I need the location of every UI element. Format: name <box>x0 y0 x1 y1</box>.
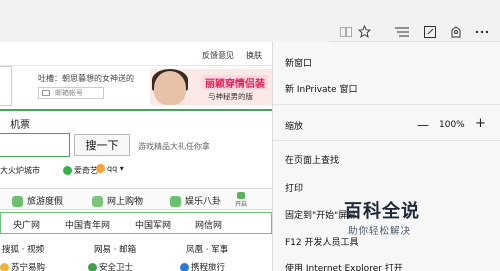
hub-icon[interactable] <box>390 21 414 42</box>
ctrip-icon <box>180 263 189 271</box>
skin-link[interactable]: 换肤 <box>246 50 262 61</box>
travel-icon <box>12 196 23 207</box>
hot-link-label: qq <box>107 164 118 173</box>
zoom-out-button[interactable]: — <box>417 118 429 132</box>
search-divider <box>0 109 272 111</box>
ad-banner[interactable]: 丽颖穿情侣装 与神秘男的版 <box>150 69 272 105</box>
address-bar[interactable] <box>0 21 330 42</box>
category-nav: 旅游度假 网上购物 娱乐八卦 开启 <box>0 188 272 210</box>
link-item[interactable]: 安全卫士 <box>88 261 133 271</box>
mail-icon <box>42 90 50 96</box>
hot-link-qq[interactable]: qq ▾ <box>96 164 124 173</box>
menu-item-new-window[interactable]: 新窗口 <box>285 56 312 69</box>
browser-window: 反馈意见 换肤 吐槽：朝思暮想的女神送的 邮箱帐号 丽颖穿情侣装 与神秘男的版 … <box>0 0 500 271</box>
nav-travel[interactable]: 旅游度假 <box>12 194 63 207</box>
share-icon[interactable] <box>444 21 468 42</box>
search-input[interactable] <box>0 133 70 157</box>
nav-label: 网上购物 <box>107 197 144 207</box>
hot-link-label: 爱奇艺 <box>74 166 98 175</box>
ad-subtitle: 与神秘男的版 <box>208 92 253 101</box>
page-top-bar: 反馈意见 换肤 <box>0 42 272 66</box>
site-link[interactable]: 中国青年网 <box>65 218 110 231</box>
nav-label: 娱乐八卦 <box>185 197 222 207</box>
iqiyi-icon <box>63 166 72 175</box>
account-placeholder: 邮箱帐号 <box>55 89 83 97</box>
nav-label: 旅游度假 <box>27 197 64 207</box>
link-label: 携程旅行 <box>191 263 226 271</box>
link-item[interactable]: 携程旅行 <box>180 261 225 271</box>
site-link[interactable]: 中国军网 <box>135 218 171 231</box>
link-item[interactable]: 凤凰 · 军事 <box>186 243 228 255</box>
menu-divider <box>273 104 500 105</box>
watermark-title: 百科全说 <box>344 201 420 222</box>
menu-item-print[interactable]: 打印 <box>285 181 303 194</box>
favorite-star-icon[interactable] <box>352 21 376 42</box>
switch-toggle[interactable]: 开启 <box>234 192 248 208</box>
qq-icon <box>96 164 105 173</box>
search-tip[interactable]: 游戏精品大礼任你拿 <box>138 141 210 152</box>
ad-title: 丽颖穿情侣装 <box>202 75 268 90</box>
link-item[interactable]: 网易 · 邮箱 <box>94 243 136 255</box>
account-field[interactable]: 邮箱帐号 <box>38 87 104 99</box>
zoom-in-button[interactable]: + <box>475 116 486 131</box>
link-label: 安全卫士 <box>99 263 134 271</box>
feedback-link[interactable]: 反馈意见 <box>202 50 234 61</box>
menu-divider <box>273 140 500 141</box>
site-links: 央广网 中国青年网 中国军网 网信网 <box>0 212 272 234</box>
watermark: 百科全说 助你轻松解决 <box>336 197 464 241</box>
site-link[interactable]: 央广网 <box>13 218 40 231</box>
hot-link-iqiyi[interactable]: 爱奇艺 <box>63 165 98 176</box>
hot-link-label: 大火炉城市 <box>0 166 40 175</box>
web-page: 反馈意见 换肤 吐槽：朝思暮想的女神送的 邮箱帐号 丽颖穿情侣装 与神秘男的版 … <box>0 42 272 271</box>
watermark-subtitle: 助你轻松解决 <box>348 226 412 237</box>
menu-item-find[interactable]: 在页面上查找 <box>285 153 339 166</box>
zoom-level: 100% <box>439 120 465 130</box>
link-item[interactable]: 苏宁易购 <box>0 261 45 271</box>
search-button[interactable]: 搜一下 <box>74 134 130 156</box>
site-link[interactable]: 网信网 <box>195 218 222 231</box>
nav-shopping[interactable]: 网上购物 <box>92 194 143 207</box>
search-tab-flights[interactable]: 机票 <box>10 116 30 131</box>
more-icon[interactable] <box>470 21 494 42</box>
nav-entertainment[interactable]: 娱乐八卦 <box>170 194 221 207</box>
security-icon <box>88 263 97 271</box>
menu-item-zoom: 缩放 <box>285 122 304 132</box>
link-item[interactable]: 搜狐 · 视频 <box>2 243 44 255</box>
login-message: 吐槽：朝思暮想的女神送的 <box>38 74 134 83</box>
ad-person-face <box>154 71 186 105</box>
title-bar <box>0 0 500 42</box>
menu-item-new-inprivate[interactable]: 新 InPrivate 窗口 <box>285 82 357 95</box>
login-avatar <box>0 66 12 106</box>
link-label: 苏宁易购 <box>11 263 46 271</box>
switch-icon <box>237 192 245 199</box>
hot-link-city[interactable]: 大火炉城市 <box>0 165 40 176</box>
suning-icon <box>0 263 9 271</box>
shopping-icon <box>92 196 103 207</box>
switch-label: 开启 <box>234 201 247 208</box>
web-note-icon[interactable] <box>418 21 442 42</box>
entertainment-icon <box>170 196 181 207</box>
menu-item-open-ie[interactable]: 使用 Internet Explorer 打开 <box>285 261 403 271</box>
